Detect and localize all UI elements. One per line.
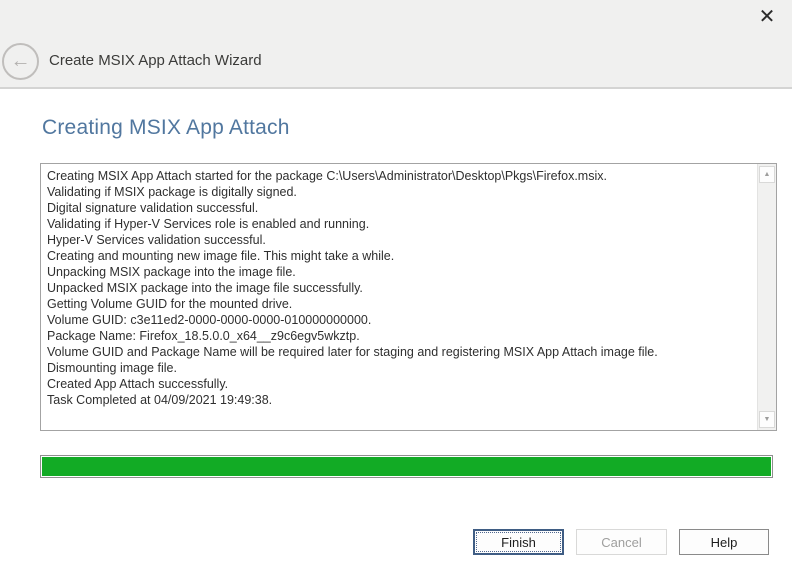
- close-icon[interactable]: ✕: [754, 4, 780, 30]
- log-line: Volume GUID and Package Name will be req…: [47, 344, 757, 360]
- log-panel: Creating MSIX App Attach started for the…: [40, 163, 777, 431]
- scroll-down-icon[interactable]: ▼: [759, 411, 775, 428]
- log-line: Getting Volume GUID for the mounted driv…: [47, 296, 757, 312]
- back-button[interactable]: ←: [2, 43, 39, 80]
- log-line: Volume GUID: c3e11ed2-0000-0000-0000-010…: [47, 312, 757, 328]
- log-line: Digital signature validation successful.: [47, 200, 757, 216]
- log-line: Hyper-V Services validation successful.: [47, 232, 757, 248]
- log-line: Unpacking MSIX package into the image fi…: [47, 264, 757, 280]
- log-line: Validating if Hyper-V Services role is e…: [47, 216, 757, 232]
- log-line: Package Name: Firefox_18.5.0.0_x64__z9c6…: [47, 328, 757, 344]
- log-line: Unpacked MSIX package into the image fil…: [47, 280, 757, 296]
- log-scrollbar[interactable]: ▲ ▼: [757, 164, 776, 430]
- finish-button[interactable]: Finish: [473, 529, 564, 555]
- log-line: Validating if MSIX package is digitally …: [47, 184, 757, 200]
- wizard-window: ← Create MSIX App Attach Wizard ✕ Creati…: [0, 0, 792, 565]
- log-line: Created App Attach successfully.: [47, 376, 757, 392]
- log-line: Creating MSIX App Attach started for the…: [47, 168, 757, 184]
- back-arrow-icon: ←: [11, 50, 31, 72]
- log-line: Dismounting image file.: [47, 360, 757, 376]
- log-line: Creating and mounting new image file. Th…: [47, 248, 757, 264]
- log-output[interactable]: Creating MSIX App Attach started for the…: [41, 164, 757, 430]
- page-title: Creating MSIX App Attach: [42, 116, 290, 140]
- wizard-title: Create MSIX App Attach Wizard: [49, 52, 262, 69]
- help-button[interactable]: Help: [679, 529, 769, 555]
- progress-bar: [40, 455, 773, 478]
- wizard-header: ← Create MSIX App Attach Wizard: [0, 0, 792, 89]
- log-line: Task Completed at 04/09/2021 19:49:38.: [47, 392, 757, 408]
- progress-fill: [42, 457, 771, 476]
- scroll-up-icon[interactable]: ▲: [759, 166, 775, 183]
- cancel-button: Cancel: [576, 529, 667, 555]
